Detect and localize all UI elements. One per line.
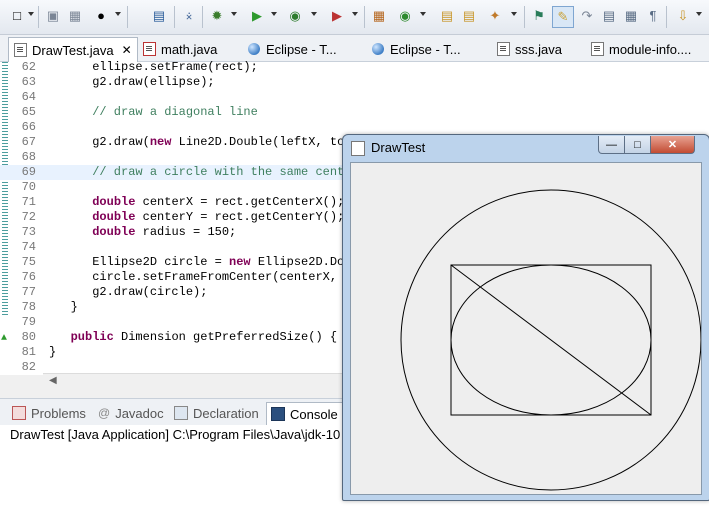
code-line: 65 // draw a diagonal line [21,105,258,119]
run-dropdown-icon[interactable] [271,12,277,16]
tab-module-info[interactable]: module-info.... [586,37,709,61]
toolbar-separator [174,6,175,28]
debug-dropdown-icon[interactable] [231,12,237,16]
profile-dropdown-icon[interactable] [115,12,121,16]
tab-label: Eclipse - T... [390,41,461,57]
pin-dropdown-icon[interactable] [696,12,702,16]
tab-problems[interactable]: Problems [12,402,86,424]
tab-label: math.java [161,41,218,57]
toggle-mark-occurrences-icon[interactable]: ⚑ [530,7,548,25]
new-dropdown-icon[interactable] [28,12,34,16]
open-task-icon[interactable]: ▤ [460,7,478,25]
coverage-dropdown-icon[interactable] [311,12,317,16]
toolbar-separator [38,6,39,28]
tab-label: Javadoc [115,405,164,421]
tab-label: sss.java [515,41,562,57]
toolbar-separator [127,6,128,28]
debug-icon[interactable]: ✹ [208,7,226,25]
close-button[interactable]: ✕ [650,136,695,154]
editor-tab-bar: DrawTest.java ✕ math.java Eclipse - T...… [0,35,709,62]
new-java-project-icon[interactable]: ▦ [370,7,388,25]
code-line: 66 [21,120,36,134]
tab-eclipse-browser-2[interactable]: Eclipse - T... [368,37,488,61]
new-class-dropdown-icon[interactable] [420,12,426,16]
tab-drawtest-java[interactable]: DrawTest.java ✕ [8,37,138,62]
tab-label: Declaration [193,405,259,421]
pin-icon[interactable]: ⇩ [674,7,692,25]
java-file-icon [14,43,27,57]
tab-label: Eclipse - T... [266,41,337,57]
external-tools-icon[interactable]: ▶ [328,7,346,25]
external-tools-dropdown-icon[interactable] [352,12,358,16]
tab-label: Console [290,406,338,422]
pilcrow-icon[interactable]: ¶ [644,7,662,25]
java-cup-icon [351,141,365,156]
drawtest-window[interactable]: DrawTest — □ ✕ [342,134,709,501]
block-selection-icon[interactable]: ▦ [622,7,640,25]
code-line: 63 g2.draw(ellipse); [21,75,215,89]
open-type-icon[interactable]: ▤ [438,7,456,25]
browser-icon [248,43,260,55]
code-line: 64 [21,90,36,104]
save-all-icon[interactable]: ▦ [66,7,84,25]
minimize-icon: — [606,138,617,151]
tab-declaration[interactable]: Declaration [174,402,259,424]
close-icon[interactable]: ✕ [122,43,132,57]
tab-javadoc[interactable]: @ Javadoc [98,402,164,424]
console-icon[interactable]: ▤ [150,7,168,25]
search-icon[interactable]: ✦ [486,7,504,25]
drawing-canvas [350,162,702,495]
java-file-icon [591,42,604,56]
profile-icon[interactable]: ● [92,7,110,25]
toolbar-separator [524,6,525,28]
new-class-icon[interactable]: ◉ [396,7,414,25]
override-arrow-icon[interactable]: ▲ [1,331,7,346]
minimize-button[interactable]: — [598,136,625,154]
toolbar-separator [666,6,667,28]
console-icon [271,407,285,421]
tab-label: DrawTest.java [32,42,114,58]
toolbar-separator [202,6,203,28]
main-toolbar: □ ▣ ▦ ● ▤ ⨰ ✹ ▶ ◉ ▶ ▦ ◉ ▤ ▤ ✦ ⚑ ✎ ↷ ▤ ▦ … [0,0,709,35]
declaration-icon [174,406,188,420]
browser-icon [372,43,384,55]
tab-math-java[interactable]: math.java [138,37,238,61]
tab-label: Problems [31,405,86,421]
code-line: 62 ellipse.setFrame(rect); [21,60,258,74]
search-dropdown-icon[interactable] [511,12,517,16]
javadoc-icon: @ [98,406,111,420]
tab-console[interactable]: Console [266,402,345,425]
scroll-left-icon[interactable]: ◀ [49,375,57,386]
java-file-error-icon [143,42,156,56]
tab-label: module-info.... [609,41,692,57]
show-whitespace-icon[interactable]: ▤ [600,7,618,25]
run-icon[interactable]: ▶ [248,7,266,25]
java-file-icon [497,42,510,56]
window-title: DrawTest [371,140,426,155]
toolbar-separator [364,6,365,28]
tab-eclipse-browser-1[interactable]: Eclipse - T... [244,37,364,61]
skip-breakpoints-icon[interactable]: ⨰ [180,7,198,25]
console-header: DrawTest [Java Application] C:\Program F… [10,427,341,442]
horizontal-scrollbar[interactable]: ◀ [43,373,343,389]
close-icon: ✕ [667,139,678,151]
drawing-svg [400,189,702,491]
tab-sss-java[interactable]: sss.java [492,37,582,61]
coverage-icon[interactable]: ◉ [286,7,304,25]
new-icon[interactable]: □ [8,7,26,25]
drawn-diagonal-line [450,264,652,416]
next-annotation-icon[interactable]: ↷ [578,7,596,25]
maximize-icon: □ [634,138,641,151]
save-icon[interactable]: ▣ [44,7,62,25]
problems-icon [12,406,26,420]
window-title-bar[interactable]: DrawTest — □ ✕ [343,135,709,161]
highlight-icon[interactable]: ✎ [552,6,574,28]
maximize-button[interactable]: □ [624,136,651,154]
